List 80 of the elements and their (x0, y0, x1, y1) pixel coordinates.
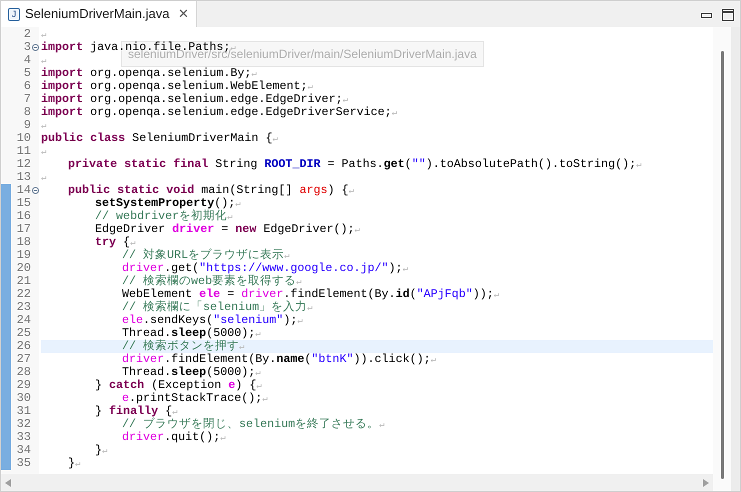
line-number: 10 (16, 132, 31, 145)
code-line: driver.quit();↵ (122, 431, 226, 444)
scroll-thumb[interactable] (720, 51, 724, 479)
code-line: ↵ (41, 120, 46, 132)
line-number: 3 (22, 41, 31, 54)
line-number: 12 (16, 158, 31, 171)
scroll-left-icon[interactable] (5, 478, 11, 486)
line-number: 33 (16, 431, 31, 444)
line-number: 25 (16, 327, 31, 340)
code-line: // 検索ボタンを押す↵ (122, 340, 244, 353)
line-number: 14 (16, 184, 31, 197)
maximize-icon[interactable] (722, 9, 734, 21)
vertical-scrollbar[interactable] (713, 27, 731, 491)
line-number: 31 (16, 405, 31, 418)
code-line: ele.sendKeys("selenium");↵ (122, 314, 303, 327)
java-file-icon: J (8, 8, 20, 20)
code-line: ↵ (41, 55, 46, 67)
code-line: import org.openqa.selenium.By;↵ (41, 67, 257, 80)
line-number: 13 (16, 171, 31, 184)
code-line: ↵ (41, 172, 46, 184)
minimize-icon[interactable] (701, 10, 712, 20)
code-line: // webdriverを初期化↵ (95, 210, 233, 223)
line-number: 21 (16, 275, 31, 288)
line-number: 4 (22, 54, 31, 67)
code-line: } catch (Exception e) {↵ (95, 379, 262, 392)
code-line: driver.get("https://www.google.co.jp/");↵ (122, 262, 408, 275)
line-number: 20 (16, 262, 31, 275)
code-line: import org.openqa.selenium.edge.EdgeDriver;↵ (41, 93, 348, 106)
editor-tab[interactable]: J SeleniumDriverMain.java × (1, 1, 198, 27)
code-line: driver.findElement(By.name("btnK")).click();↵ (122, 353, 436, 366)
line-number: 26 (16, 340, 31, 353)
code-line: ↵ (41, 146, 46, 158)
scroll-right-icon[interactable] (703, 478, 709, 486)
code-line: Thread.sleep(5000);↵ (122, 327, 261, 340)
line-number: 19 (16, 249, 31, 262)
code-line: // 検索欄のweb要素を取得する↵ (122, 275, 302, 288)
line-number: 32 (16, 418, 31, 431)
code-line: try {↵ (95, 236, 136, 249)
line-number: 11 (16, 145, 31, 158)
horizontal-scrollbar[interactable] (1, 474, 713, 491)
line-number: 2 (22, 28, 31, 41)
collapse-icon[interactable] (32, 44, 39, 51)
close-icon[interactable]: × (178, 6, 188, 22)
code-line: private static final String ROOT_DIR = Paths.get("").toAbsolutePath().toString();↵ (68, 158, 642, 171)
code-line: import org.openqa.selenium.edge.EdgeDriverService;↵ (41, 106, 398, 119)
collapse-icon[interactable] (32, 187, 39, 194)
code-line: ↵ (41, 29, 46, 41)
code-line: EdgeDriver driver = new EdgeDriver();↵ (95, 223, 360, 236)
line-number: 6 (22, 80, 31, 93)
line-number: 34 (16, 444, 31, 457)
code-line: }↵ (95, 444, 108, 457)
code-line: }↵ (68, 457, 80, 470)
code-line: import org.openqa.selenium.WebElement;↵ (41, 80, 313, 93)
line-number: 27 (16, 353, 31, 366)
line-number: 28 (16, 366, 31, 379)
line-number: 16 (16, 210, 31, 223)
code-line: // ブラウザを閉じ、seleniumを終了させる。↵ (122, 418, 385, 431)
code-line: setSystemProperty();↵ (95, 197, 241, 210)
line-number: 22 (16, 288, 31, 301)
line-number: 23 (16, 301, 31, 314)
line-number: 18 (16, 236, 31, 249)
code-line: public static void main(String[] args) {↵ (68, 184, 354, 197)
code-line: } finally {↵ (95, 405, 178, 418)
code-line: WebElement ele = driver.findElement(By.id("APjFqb"));↵ (122, 288, 500, 301)
line-number: 29 (16, 379, 31, 392)
line-number: 24 (16, 314, 31, 327)
line-number: 35 (16, 457, 31, 470)
line-number: 9 (22, 119, 31, 132)
tab-title: SeleniumDriverMain.java (25, 5, 170, 24)
line-number: 30 (16, 392, 31, 405)
code-line: // 検索欄に「selenium」を入力↵ (122, 301, 313, 314)
code-line: // 対象URLをブラウザに表示↵ (122, 249, 290, 262)
code-line: e.printStackTrace();↵ (122, 392, 268, 405)
line-number: 17 (16, 223, 31, 236)
line-number: 5 (22, 67, 31, 80)
code-line: public class SeleniumDriverMain {↵ (41, 132, 278, 145)
line-number: 8 (22, 106, 31, 119)
line-number: 7 (22, 93, 31, 106)
code-line: Thread.sleep(5000);↵ (122, 366, 261, 379)
line-number: 15 (16, 197, 31, 210)
